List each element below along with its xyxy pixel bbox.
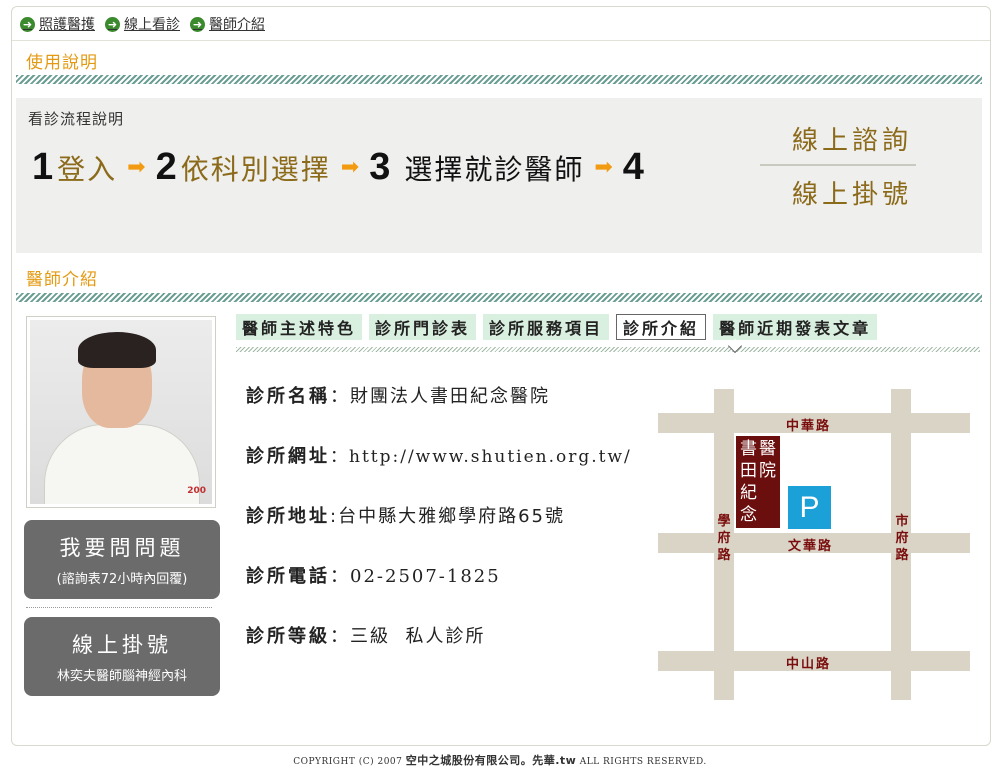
arrow-right-icon: ➜ bbox=[105, 16, 120, 32]
online-register-option[interactable]: 線上掛號 bbox=[774, 174, 930, 211]
clinic-url-row: 診所網址：http://www.shutien.org.tw/ bbox=[246, 442, 632, 468]
footer-company: 空中之城股份有限公司。先華.tw bbox=[405, 754, 577, 767]
doctor-portrait: 200 bbox=[30, 320, 212, 504]
nav-label: 照護醫擭 bbox=[39, 17, 95, 33]
field-label: 診所地址 bbox=[246, 506, 330, 527]
tab-clinic-services[interactable]: 診所服務項目 bbox=[483, 314, 610, 340]
arrow-right-icon: ➜ bbox=[20, 16, 35, 32]
step-choose-department: 依科別選擇 bbox=[180, 152, 331, 186]
hospital-char: 念 bbox=[740, 505, 757, 525]
arrow-right-icon: ➡ bbox=[340, 155, 360, 180]
option-divider bbox=[760, 164, 916, 166]
online-register-button[interactable]: 線上掛號 林奕夫醫師腦神經內科 bbox=[24, 617, 220, 696]
tab-underline bbox=[236, 347, 980, 352]
hospital-marker: 書 醫 田 院 紀 念 bbox=[736, 436, 780, 528]
doctor-tabs: 醫師主述特色 診所門診表 診所服務項目 診所介紹 醫師近期發表文章 bbox=[236, 314, 878, 340]
online-consult-option[interactable]: 線上諮詢 bbox=[774, 120, 930, 157]
doctor-photo: 200 bbox=[26, 316, 216, 508]
hospital-char bbox=[758, 504, 777, 526]
footer-copyright: COPYRIGHT (C) 2007 bbox=[293, 757, 406, 767]
clinic-name-row: 診所名稱：財團法人書田紀念醫院 bbox=[246, 382, 550, 408]
ask-question-button[interactable]: 我要問問題 (諮詢表72小時內回覆) bbox=[24, 520, 220, 599]
hospital-char: 紀 bbox=[740, 483, 757, 503]
white-coat bbox=[44, 424, 200, 504]
divider bbox=[12, 40, 990, 41]
tab-recent-articles[interactable]: 醫師近期發表文章 bbox=[713, 314, 878, 340]
arrow-right-icon: ➡ bbox=[594, 155, 613, 180]
field-label: 診所名稱 bbox=[246, 386, 330, 407]
road-label-bottom: 中山路 bbox=[786, 657, 832, 672]
nav-link-doctor-intro[interactable]: ➜ 醫師介紹 bbox=[190, 14, 265, 34]
hospital-char: 書 bbox=[740, 439, 757, 459]
hospital-char: 院 bbox=[759, 461, 776, 481]
road-label-middle: 文華路 bbox=[788, 539, 834, 554]
step-number: 4 bbox=[622, 146, 644, 188]
footer-rights: ALL RIGHTS RESERVED. bbox=[576, 757, 707, 767]
clinic-phone-value: ：02-2507-1825 bbox=[330, 566, 501, 587]
nav-label: 醫師介紹 bbox=[209, 17, 265, 33]
top-nav: ➜ 照護醫擭 ➜ 線上看診 ➜ 醫師介紹 bbox=[20, 14, 265, 34]
nav-link-online-consult[interactable]: ➜ 線上看診 bbox=[105, 14, 180, 34]
hair bbox=[78, 332, 156, 368]
dotted-divider bbox=[26, 607, 212, 608]
coat-tag: 200 bbox=[187, 486, 206, 496]
button-title: 我要問問題 bbox=[59, 536, 185, 560]
step-choose-doctor: 選擇就診醫師 bbox=[404, 152, 585, 186]
hospital-char bbox=[758, 482, 777, 504]
arrow-right-icon: ➜ bbox=[190, 16, 205, 32]
step-number: 2 bbox=[155, 146, 177, 188]
step-number: 1 bbox=[32, 146, 54, 188]
hospital-char: 田 bbox=[740, 461, 757, 481]
clinic-address-value: :台中縣大雅鄉學府路65號 bbox=[330, 506, 565, 527]
hatch-divider bbox=[16, 293, 982, 302]
button-title: 線上掛號 bbox=[72, 633, 172, 657]
tab-clinic-schedule[interactable]: 診所門診表 bbox=[369, 314, 477, 340]
arrow-right-icon: ➡ bbox=[127, 155, 146, 180]
flow-subtitle: 看診流程說明 bbox=[28, 110, 125, 128]
button-subtitle: 林奕夫醫師腦神經內科 bbox=[56, 669, 187, 684]
clinic-phone-row: 診所電話：02-2507-1825 bbox=[246, 562, 501, 588]
clinic-level-row: 診所等級：三級 私人診所 bbox=[246, 622, 485, 648]
location-map: 中華路 文華路 中山路 學府路 市府路 書 醫 田 院 紀 念 P bbox=[658, 389, 970, 700]
nav-label: 線上看診 bbox=[124, 17, 180, 33]
doctor-section-title: 醫師介紹 bbox=[26, 270, 98, 290]
field-label: 診所網址 bbox=[246, 446, 330, 467]
clinic-address-row: 診所地址:台中縣大雅鄉學府路65號 bbox=[246, 502, 565, 528]
flow-steps: 1 登入 ➡ 2 依科別選擇 ➡ 3 選擇就診醫師 ➡ 4 bbox=[32, 146, 644, 189]
clinic-level-value: ：三級 私人診所 bbox=[330, 626, 486, 647]
step-number: 3 bbox=[369, 146, 391, 188]
road-label-left: 學府路 bbox=[717, 514, 731, 563]
clinic-url-value[interactable]: ：http://www.shutien.org.tw/ bbox=[330, 447, 632, 467]
road-label-right: 市府路 bbox=[895, 514, 909, 563]
hospital-char: 醫 bbox=[759, 439, 776, 459]
hatch-divider bbox=[16, 75, 982, 84]
road-label-top: 中華路 bbox=[786, 419, 832, 434]
nav-link-care[interactable]: ➜ 照護醫擭 bbox=[20, 14, 95, 34]
tab-clinic-intro[interactable]: 診所介紹 bbox=[616, 314, 707, 340]
step-login: 登入 bbox=[57, 152, 118, 186]
parking-icon: P bbox=[788, 486, 831, 529]
footer: COPYRIGHT (C) 2007 空中之城股份有限公司。先華.tw ALL … bbox=[0, 752, 1000, 768]
field-label: 診所等級 bbox=[246, 626, 330, 647]
tab-doctor-features[interactable]: 醫師主述特色 bbox=[236, 314, 363, 340]
flow-box: 看診流程說明 1 登入 ➡ 2 依科別選擇 ➡ 3 選擇就診醫師 ➡ 4 線上諮… bbox=[16, 98, 982, 253]
clinic-name-value: ：財團法人書田紀念醫院 bbox=[330, 386, 550, 407]
usage-section-title: 使用說明 bbox=[26, 53, 98, 73]
field-label: 診所電話 bbox=[246, 566, 330, 587]
button-subtitle: (諮詢表72小時內回覆) bbox=[56, 572, 188, 587]
